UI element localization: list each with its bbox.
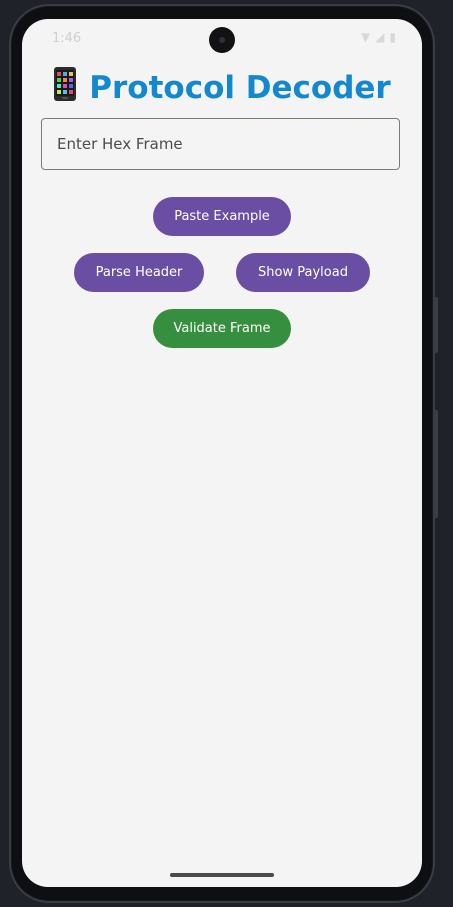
page-title: Protocol Decoder	[22, 67, 422, 106]
status-bar: 1:46 ▼ ◢ ▮	[22, 19, 422, 59]
show-payload-button[interactable]: Show Payload	[236, 253, 370, 292]
parse-header-button[interactable]: Parse Header	[74, 253, 204, 292]
mobile-phone-icon	[54, 67, 77, 101]
app-screen: 1:46 ▼ ◢ ▮ Protocol Decoder Paste Ex	[22, 19, 422, 887]
paste-example-button[interactable]: Paste Example	[153, 197, 291, 236]
hex-frame-input[interactable]	[41, 118, 400, 170]
gesture-nav-handle[interactable]	[170, 873, 274, 877]
volume-button	[434, 297, 438, 353]
battery-icon: ▮	[389, 30, 396, 44]
wifi-icon: ▼	[360, 30, 371, 44]
status-icons: ▼ ◢ ▮	[361, 31, 396, 43]
front-camera	[209, 27, 235, 53]
signal-icon: ◢	[375, 30, 385, 44]
validate-frame-button[interactable]: Validate Frame	[153, 309, 291, 348]
status-time: 1:46	[52, 31, 82, 46]
power-button	[434, 410, 438, 518]
title-text: Protocol Decoder	[89, 70, 391, 106]
